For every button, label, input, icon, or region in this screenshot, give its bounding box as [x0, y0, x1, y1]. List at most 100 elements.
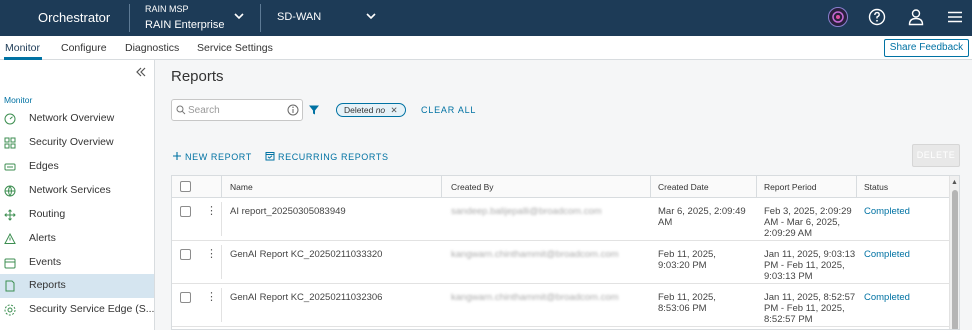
table-row[interactable]: ⋮ AI report_20250305083949 sandeep.balij…: [172, 198, 949, 241]
gauge-icon: [4, 113, 16, 125]
enterprise-selector[interactable]: RAIN Enterprise: [145, 19, 224, 31]
new-report-label: NEW REPORT: [185, 152, 252, 162]
recurring-reports-label: RECURRING REPORTS: [278, 152, 389, 162]
column-header-status[interactable]: Status: [864, 182, 888, 192]
row-checkbox[interactable]: [180, 249, 191, 260]
collapse-sidebar-icon[interactable]: [134, 65, 148, 79]
product-chevron-down-icon[interactable]: [364, 9, 378, 23]
column-header-report-period[interactable]: Report Period: [764, 182, 816, 192]
sidebar-item-label: Security Service Edge (S...: [29, 303, 155, 315]
sidebar-item-network-services[interactable]: Network Services: [0, 179, 154, 203]
delete-button[interactable]: DELETE: [912, 144, 960, 167]
edge-icon: [4, 163, 16, 171]
row-divider: [221, 245, 222, 279]
table-header: Name Created By Created Date Report Peri…: [172, 176, 949, 198]
user-icon[interactable]: [905, 6, 927, 28]
cell-status-link[interactable]: Completed: [864, 249, 910, 260]
row-actions-icon[interactable]: ⋮: [206, 292, 217, 303]
scrollbar-thumb[interactable]: [952, 190, 958, 329]
row-divider: [221, 202, 222, 236]
page-title: Reports: [171, 68, 224, 85]
sidebar-item-security-service-edge[interactable]: Security Service Edge (S...: [0, 298, 154, 322]
grid-icon: [4, 137, 16, 149]
calendar-icon: [265, 152, 275, 161]
cell-created-date: Feb 11, 2025, 9:03:20 PM: [658, 249, 716, 271]
alert-icon: [4, 233, 16, 244]
filter-icon[interactable]: [308, 104, 320, 116]
cell-report-period: Jan 11, 2025, 9:03:13 PM - Feb 11, 2025,…: [764, 249, 856, 282]
sidebar: Monitor Network Overview Security Overvi…: [0, 60, 155, 330]
sidebar-item-label: Edges: [29, 160, 59, 172]
sidebar-item-label: Routing: [29, 208, 66, 220]
share-feedback-button[interactable]: Share Feedback: [884, 39, 969, 57]
clear-all-button[interactable]: CLEAR ALL: [421, 105, 476, 115]
sidebar-item-edges[interactable]: Edges: [0, 155, 154, 179]
cell-report-period: Jan 11, 2025, 8:52:57 PM - Feb 11, 2025,…: [764, 292, 856, 325]
column-divider[interactable]: [856, 176, 857, 198]
scroll-up-icon[interactable]: ▲: [951, 179, 958, 186]
sidebar-item-routing[interactable]: Routing: [0, 203, 154, 227]
row-actions-icon[interactable]: ⋮: [206, 249, 217, 260]
cell-name: GenAI Report KC_20250211033320: [230, 249, 383, 260]
sidebar-item-label: Alerts: [29, 232, 56, 244]
sidebar-item-events[interactable]: Events: [0, 251, 154, 275]
table-row[interactable]: ⋮ GenAI Report KC_20250211033320 kangwar…: [172, 241, 949, 284]
sidebar-item-label: Events: [29, 256, 62, 268]
sse-icon: [4, 304, 16, 316]
sidebar-item-label: Reports: [29, 279, 66, 291]
select-all-checkbox[interactable]: [180, 181, 191, 192]
info-icon[interactable]: [287, 104, 299, 116]
row-checkbox[interactable]: [180, 206, 191, 217]
sidebar-item-label: Security Overview: [29, 136, 114, 148]
sidebar-item-label: Network Overview: [29, 112, 115, 124]
cell-created-by: kangwarn.chinthammit@broadcom.com: [451, 249, 619, 260]
sidebar-item-reports[interactable]: Reports: [0, 274, 154, 298]
sidebar-item-security-overview[interactable]: Security Overview: [0, 131, 154, 155]
sidebar-item-label: Network Services: [29, 184, 111, 196]
tab-configure[interactable]: Configure: [61, 42, 107, 54]
tab-diagnostics[interactable]: Diagnostics: [125, 42, 179, 54]
sidebar-item-network-overview[interactable]: Network Overview: [0, 107, 154, 131]
tab-monitor[interactable]: Monitor: [5, 42, 40, 54]
row-divider: [221, 288, 222, 322]
cell-status-link[interactable]: Completed: [864, 206, 910, 217]
search-field[interactable]: [171, 99, 303, 121]
tab-service-settings[interactable]: Service Settings: [197, 42, 273, 54]
network-services-icon: [4, 185, 16, 197]
filter-chip-deleted[interactable]: Deleted no ✕: [336, 103, 406, 117]
msp-label: RAIN MSP: [145, 4, 189, 14]
plus-icon: [173, 152, 181, 160]
app-title: Orchestrator: [38, 10, 111, 25]
search-input[interactable]: [188, 103, 284, 117]
ai-assistant-icon[interactable]: [827, 6, 849, 28]
cell-created-by: sandeep.balijepalli@broadcom.com: [451, 206, 602, 217]
search-icon: [176, 105, 186, 115]
header-divider: [260, 4, 261, 32]
new-report-button[interactable]: NEW REPORT: [172, 151, 252, 162]
routing-icon: [4, 209, 16, 221]
header-divider: [129, 4, 130, 32]
remove-filter-icon[interactable]: ✕: [391, 105, 398, 115]
product-selector[interactable]: SD-WAN: [277, 11, 321, 23]
cell-report-period: Feb 3, 2025, 2:09:29 AM - Mar 6, 2025, 2…: [764, 206, 852, 239]
recurring-reports-button[interactable]: RECURRING REPORTS: [265, 151, 389, 162]
filter-chip-value: no: [375, 105, 386, 115]
column-divider[interactable]: [441, 176, 442, 198]
row-actions-icon[interactable]: ⋮: [206, 206, 217, 217]
cell-name: GenAI Report KC_20250211032306: [230, 292, 383, 303]
help-icon[interactable]: [866, 6, 888, 28]
column-header-created-by[interactable]: Created By: [451, 182, 494, 192]
table-scrollbar[interactable]: ▲: [949, 176, 959, 329]
cell-status-link[interactable]: Completed: [864, 292, 910, 303]
column-header-name[interactable]: Name: [230, 182, 253, 192]
filter-chip-key: Deleted: [344, 105, 374, 115]
hamburger-menu-icon[interactable]: [944, 6, 966, 28]
column-divider[interactable]: [756, 176, 757, 198]
column-divider[interactable]: [650, 176, 651, 198]
column-divider: [221, 176, 222, 198]
sidebar-item-alerts[interactable]: Alerts: [0, 227, 154, 251]
column-header-created-date[interactable]: Created Date: [658, 182, 709, 192]
row-checkbox[interactable]: [180, 292, 191, 303]
enterprise-chevron-down-icon[interactable]: [232, 9, 246, 23]
table-row[interactable]: ⋮ GenAI Report KC_20250211032306 kangwar…: [172, 284, 949, 327]
